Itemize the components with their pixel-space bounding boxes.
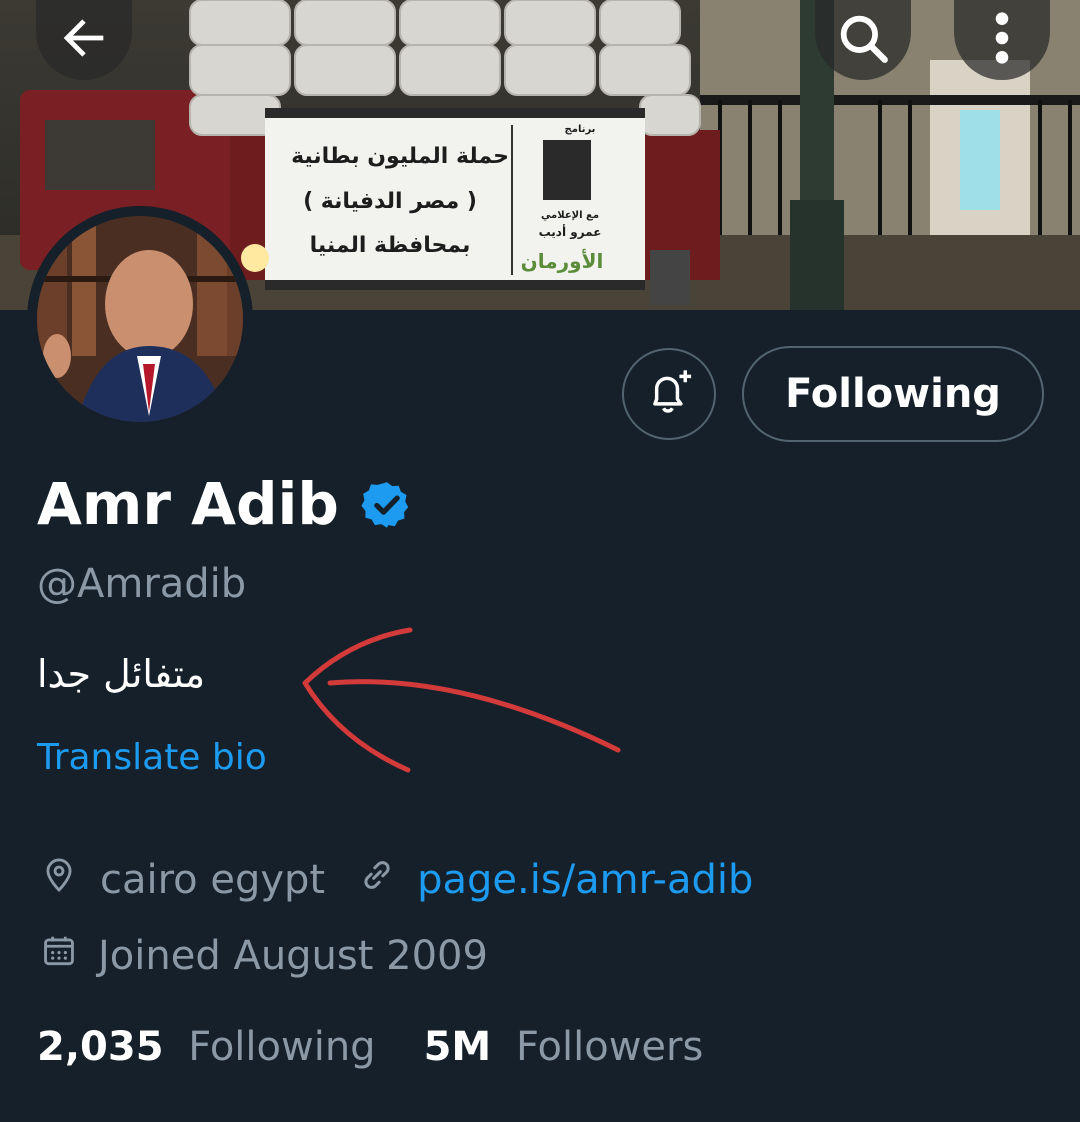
more-vertical-icon bbox=[992, 9, 1012, 71]
banner-sign-side-top: برنامج bbox=[565, 124, 596, 135]
followers-count: 5M bbox=[423, 1024, 492, 1070]
banner-sign-credit-1: مع الإعلامي bbox=[541, 210, 599, 221]
display-name: Amr Adib bbox=[37, 470, 339, 538]
banner-sign-credit-2: عمرو أديب bbox=[539, 224, 602, 240]
notifications-button[interactable] bbox=[622, 348, 716, 440]
calendar-icon bbox=[40, 931, 78, 981]
profile-joined-date: Joined August 2009 bbox=[98, 933, 488, 979]
banner-sign-line-1: حملة المليون بطانية bbox=[291, 144, 509, 169]
banner-sign-logo: الأورمان bbox=[521, 248, 604, 273]
following-button[interactable]: Following bbox=[742, 346, 1044, 442]
following-stat[interactable]: 2,035 Following bbox=[37, 1024, 376, 1070]
profile-bio: متفائل جدا bbox=[37, 652, 206, 696]
profile-handle: @Amradib bbox=[37, 561, 247, 607]
profile-meta-joined-row: Joined August 2009 bbox=[40, 931, 488, 981]
verified-badge-icon[interactable] bbox=[361, 479, 413, 535]
profile-website-link[interactable]: page.is/amr-adib bbox=[417, 857, 753, 903]
translate-bio-link[interactable]: Translate bio bbox=[37, 737, 267, 778]
following-count: 2,035 bbox=[37, 1024, 164, 1070]
banner-sign-line-3: بمحافظة المنيا bbox=[310, 233, 471, 258]
followers-stat-label: Followers bbox=[515, 1024, 704, 1070]
banner-sign-line-2: ( مصر الدفيانة ) bbox=[303, 189, 477, 214]
arrow-left-icon bbox=[55, 9, 113, 71]
location-pin-icon bbox=[40, 855, 78, 905]
bell-plus-icon bbox=[643, 366, 695, 422]
avatar[interactable] bbox=[27, 206, 253, 432]
search-icon bbox=[834, 9, 892, 71]
following-stat-label: Following bbox=[188, 1024, 376, 1070]
followers-stat[interactable]: 5M Followers bbox=[424, 1024, 704, 1070]
profile-meta-location-row: cairo egypt page.is/amr-adib bbox=[40, 855, 753, 905]
name-row: Amr Adib bbox=[37, 470, 413, 538]
link-icon bbox=[357, 855, 397, 905]
profile-stats: 2,035 Following 5M Followers bbox=[37, 1024, 703, 1070]
profile-location: cairo egypt bbox=[100, 857, 326, 903]
